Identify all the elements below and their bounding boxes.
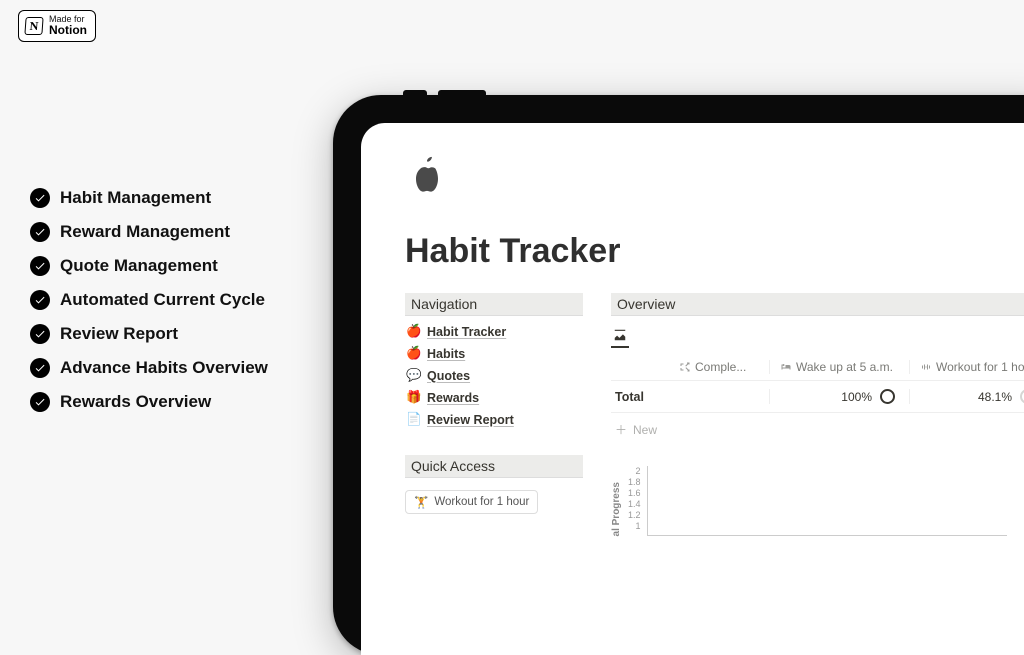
feature-item: Advance Habits Overview: [30, 358, 268, 378]
nav-item-review-report[interactable]: 📄 Review Report: [407, 412, 583, 427]
cell-wake-up: 100%: [769, 389, 909, 404]
feature-item: Habit Management: [30, 188, 268, 208]
tablet-button: [438, 90, 486, 98]
check-icon: [30, 324, 50, 344]
feature-label: Advance Habits Overview: [60, 358, 268, 378]
feature-label: Reward Management: [60, 222, 230, 242]
apple-icon: [405, 155, 449, 199]
feature-label: Habit Management: [60, 188, 211, 208]
quick-access-label: Workout for 1 hour: [434, 496, 529, 508]
progress-ring-icon: [1020, 389, 1024, 404]
chart-y-axis: 2 1.8 1.6 1.4 1.2 1: [628, 466, 641, 536]
page-title: Habit Tracker: [405, 232, 1024, 271]
navigation-header: Navigation: [405, 293, 583, 316]
check-icon: [30, 290, 50, 310]
apple-icon: 🍎: [407, 324, 421, 339]
bed-icon: [780, 361, 792, 373]
table-row-total[interactable]: Total 100% 48.1% 66.7%: [611, 381, 1024, 413]
feature-item: Automated Current Cycle: [30, 290, 268, 310]
gift-icon: 🎁: [407, 390, 421, 405]
dumbbell-icon: [920, 361, 932, 373]
chart-y-label: al Progress: [611, 476, 622, 536]
badge-brand: Notion: [49, 24, 87, 37]
feature-list: Habit Management Reward Management Quote…: [30, 188, 268, 412]
notion-logo-icon: N: [24, 17, 43, 35]
column-wake-up[interactable]: Wake up at 5 a.m.: [769, 360, 909, 374]
feature-item: Rewards Overview: [30, 392, 268, 412]
tablet-button: [403, 90, 427, 98]
tablet-frame: Habit Tracker Navigation 🍎 Habit Tracker…: [333, 95, 1024, 655]
nav-item-habit-tracker[interactable]: 🍎 Habit Tracker: [407, 324, 583, 339]
row-label: Total: [615, 390, 679, 404]
feature-label: Rewards Overview: [60, 392, 211, 412]
nav-item-quotes[interactable]: 💬 Quotes: [407, 368, 583, 383]
progress-ring-icon: [880, 389, 895, 404]
check-icon: [30, 222, 50, 242]
nav-label: Habits: [427, 347, 465, 361]
feature-item: Review Report: [30, 324, 268, 344]
made-for-notion-badge: N Made for Notion: [18, 10, 96, 42]
new-label: New: [633, 423, 657, 437]
check-icon: [30, 358, 50, 378]
check-icon: [30, 256, 50, 276]
chart-icon: [613, 328, 627, 342]
table-header-spacer: [615, 360, 679, 374]
navigation-list: 🍎 Habit Tracker 🍎 Habits 💬 Quotes �: [405, 324, 583, 427]
nav-item-habits[interactable]: 🍎 Habits: [407, 346, 583, 361]
quick-access-workout[interactable]: 🏋 Workout for 1 hour: [405, 490, 538, 514]
feature-label: Quote Management: [60, 256, 218, 276]
nav-label: Habit Tracker: [427, 325, 506, 339]
feature-label: Review Report: [60, 324, 178, 344]
shuffle-icon: [679, 361, 691, 373]
report-icon: 📄: [407, 412, 421, 427]
nav-label: Review Report: [427, 413, 514, 427]
nav-item-rewards[interactable]: 🎁 Rewards: [407, 390, 583, 405]
speech-icon: 💬: [407, 368, 421, 383]
dumbbell-icon: 🏋: [414, 495, 428, 509]
tablet-screen: Habit Tracker Navigation 🍎 Habit Tracker…: [361, 123, 1024, 655]
column-workout[interactable]: Workout for 1 hour: [909, 360, 1024, 374]
column-completion[interactable]: Comple...: [679, 360, 769, 374]
chart-plot-area: [647, 466, 1007, 536]
overview-header: Overview: [611, 293, 1024, 316]
quick-access-header: Quick Access: [405, 455, 583, 478]
feature-item: Quote Management: [30, 256, 268, 276]
cell-workout: 48.1%: [909, 389, 1024, 404]
tab-chart-view[interactable]: [611, 324, 629, 348]
apple-icon: 🍎: [407, 346, 421, 361]
new-row-button[interactable]: ＋ New: [611, 413, 1024, 446]
view-tabs: [611, 324, 1024, 348]
plus-icon: ＋: [615, 421, 627, 438]
check-icon: [30, 392, 50, 412]
check-icon: [30, 188, 50, 208]
overview-table: Comple... Wake up at 5 a.m. Workout for …: [611, 354, 1024, 446]
feature-label: Automated Current Cycle: [60, 290, 265, 310]
nav-label: Rewards: [427, 391, 479, 405]
progress-chart: al Progress 2 1.8 1.6 1.4 1.2 1: [611, 466, 1024, 536]
nav-label: Quotes: [427, 369, 470, 383]
feature-item: Reward Management: [30, 222, 268, 242]
